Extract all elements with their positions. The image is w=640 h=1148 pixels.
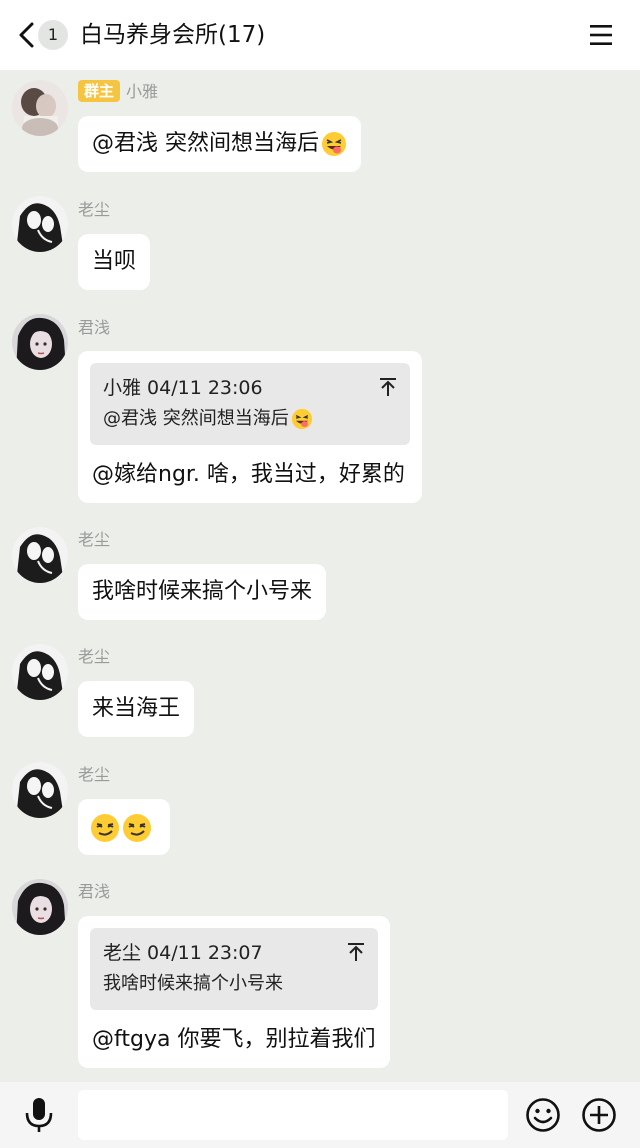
emoji-icon[interactable] [525, 1097, 561, 1133]
message-bubble[interactable] [78, 799, 170, 855]
sender-name: 君浅 [78, 318, 111, 337]
sender-name: 老尘 [78, 200, 111, 219]
grinning-squint-tongue-emoji-icon [322, 132, 346, 156]
avatar[interactable] [12, 527, 68, 583]
grinning-squint-tongue-emoji-icon [291, 408, 312, 430]
quoted-meta: 小雅 04/11 23:06 [103, 377, 263, 399]
reply-message-bubble[interactable]: 老尘 04/11 23:07 我啥时候来搞个小号来 @ftgya 你要飞，别拉着… [78, 916, 390, 1068]
input-bar [0, 1082, 640, 1148]
avatar[interactable] [12, 196, 68, 252]
sender-name: 君浅 [78, 882, 111, 901]
quoted-text: 我啥时候来搞个小号来 [103, 973, 283, 994]
message-text: 我啥时候来搞个小号来 [92, 579, 313, 604]
quoted-message[interactable]: 老尘 04/11 23:07 我啥时候来搞个小号来 [90, 928, 378, 1010]
sender-name: 老尘 [78, 647, 111, 666]
chat-title: 白马养身会所(17) [80, 22, 266, 48]
message-text: @ftgya 你要飞，别拉着我们 [92, 1027, 376, 1052]
avatar[interactable] [12, 644, 68, 700]
message-bubble[interactable]: 当呗 [78, 234, 151, 290]
message-text: @君浅 突然间想当海后 [92, 131, 319, 156]
message-text: @嫁给ngr. 啥，我当过，好累的 [92, 462, 405, 487]
quoted-text: @君浅 突然间想当海后 [103, 408, 289, 429]
avatar[interactable] [12, 879, 68, 935]
sender-name: 老尘 [78, 765, 111, 784]
unread-count-badge[interactable]: 1 [38, 20, 68, 50]
microphone-icon[interactable] [22, 1096, 56, 1134]
avatar[interactable] [12, 80, 68, 136]
sender-row: 群主 小雅 [78, 80, 158, 104]
menu-icon[interactable] [586, 20, 616, 50]
reply-message-bubble[interactable]: 小雅 04/11 23:06 @君浅 突然间想当海后 @嫁给ngr. 啥，我当过… [78, 351, 422, 503]
back-arrow-icon[interactable] [14, 20, 40, 50]
jump-to-top-icon[interactable] [378, 377, 398, 397]
avatar[interactable] [12, 762, 68, 818]
message-text: 当呗 [92, 249, 137, 274]
smirk-emoji-icon [91, 814, 119, 842]
group-owner-tag: 群主 [78, 80, 121, 102]
message-text: 来当海王 [92, 696, 181, 721]
message-input[interactable] [78, 1090, 508, 1140]
message-bubble[interactable]: 来当海王 [78, 681, 195, 737]
message-bubble[interactable]: @君浅 突然间想当海后 [78, 116, 361, 172]
sender-name: 老尘 [78, 530, 111, 549]
sender-name: 小雅 [126, 82, 159, 101]
jump-to-top-icon[interactable] [346, 942, 366, 962]
smirk-emoji-icon [123, 814, 151, 842]
quoted-meta: 老尘 04/11 23:07 [103, 942, 263, 964]
plus-icon[interactable] [581, 1097, 617, 1133]
avatar[interactable] [12, 314, 68, 370]
quoted-message[interactable]: 小雅 04/11 23:06 @君浅 突然间想当海后 [90, 363, 410, 445]
chat-header: 1 白马养身会所(17) [0, 0, 640, 70]
message-bubble[interactable]: 我啥时候来搞个小号来 [78, 564, 327, 620]
